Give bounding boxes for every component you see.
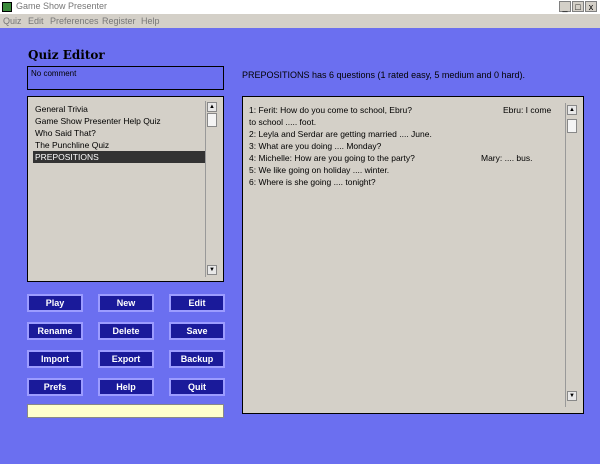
backup-button[interactable]: Backup [169,350,225,368]
import-button[interactable]: Import [27,350,83,368]
quiz-list-scrollbar[interactable]: ▲ ▼ [205,101,218,277]
menu-register[interactable]: Register [102,16,136,26]
quiz-list-item[interactable]: Game Show Presenter Help Quiz [33,115,205,127]
scroll-up-icon[interactable]: ▲ [207,102,217,112]
scroll-down-icon[interactable]: ▼ [567,391,577,401]
export-button[interactable]: Export [98,350,154,368]
menu-bar: Quiz Edit Preferences Register Help [0,14,600,28]
quiz-list-item[interactable]: General Trivia [33,103,205,115]
question-text: 6: Where is she going .... tonight? [249,177,376,187]
delete-button[interactable]: Delete [98,322,154,340]
questions-scrollbar[interactable]: ▲ ▼ [565,103,578,407]
play-button[interactable]: Play [27,294,83,312]
question-line: 2: Leyla and Serdar are getting married … [249,128,561,140]
scroll-up-icon[interactable]: ▲ [567,105,577,115]
question-text: 1: Ferit: How do you come to school, Ebr… [249,105,412,115]
scroll-down-icon[interactable]: ▼ [207,265,217,275]
title-bar: Game Show Presenter _ □ x [0,0,600,14]
question-line: 6: Where is she going .... tonight? [249,176,561,188]
maximize-button[interactable]: □ [572,1,584,12]
questions-panel[interactable]: 1: Ferit: How do you come to school, Ebr… [242,96,584,414]
question-line: 4: Michelle: How are you going to the pa… [249,152,561,164]
app-icon [2,2,12,12]
question-line: 3: What are you doing .... Monday? [249,140,561,152]
quiz-summary: PREPOSITIONS has 6 questions (1 rated ea… [242,70,525,80]
question-text: to school ..... foot. [249,117,317,127]
question-text: 5: We like going on holiday .... winter. [249,165,390,175]
help-button[interactable]: Help [98,378,154,396]
editor-title: Quiz Editor [28,48,105,62]
question-text: 2: Leyla and Serdar are getting married … [249,129,432,139]
quiz-list-item[interactable]: PREPOSITIONS [33,151,205,163]
menu-help[interactable]: Help [141,16,160,26]
prefs-button[interactable]: Prefs [27,378,83,396]
question-line: 5: We like going on holiday .... winter. [249,164,561,176]
scroll-thumb[interactable] [567,119,577,133]
quit-button[interactable]: Quit [169,378,225,396]
question-text: 3: What are you doing .... Monday? [249,141,382,151]
question-text: 4: Michelle: How are you going to the pa… [249,153,415,163]
save-button[interactable]: Save [169,322,225,340]
comment-field[interactable]: No comment [27,66,224,90]
rename-button[interactable]: Rename [27,322,83,340]
scroll-thumb[interactable] [207,113,217,127]
window-title: Game Show Presenter [16,1,108,11]
quiz-list-item[interactable]: Who Said That? [33,127,205,139]
question-line: to school ..... foot. [249,116,561,128]
new-button[interactable]: New [98,294,154,312]
quiz-list-item[interactable]: The Punchline Quiz [33,139,205,151]
question-line: 1: Ferit: How do you come to school, Ebr… [249,104,561,116]
menu-quiz[interactable]: Quiz [3,16,22,26]
question-extra-text: Ebru: I come [503,105,552,115]
menu-edit[interactable]: Edit [28,16,44,26]
quiz-list[interactable]: General Trivia Game Show Presenter Help Q… [27,96,224,282]
minimize-button[interactable]: _ [559,1,571,12]
question-extra-text: Mary: .... bus. [481,153,533,163]
edit-button[interactable]: Edit [169,294,225,312]
menu-preferences[interactable]: Preferences [50,16,99,26]
status-field[interactable] [27,404,224,418]
close-button[interactable]: x [585,1,597,12]
